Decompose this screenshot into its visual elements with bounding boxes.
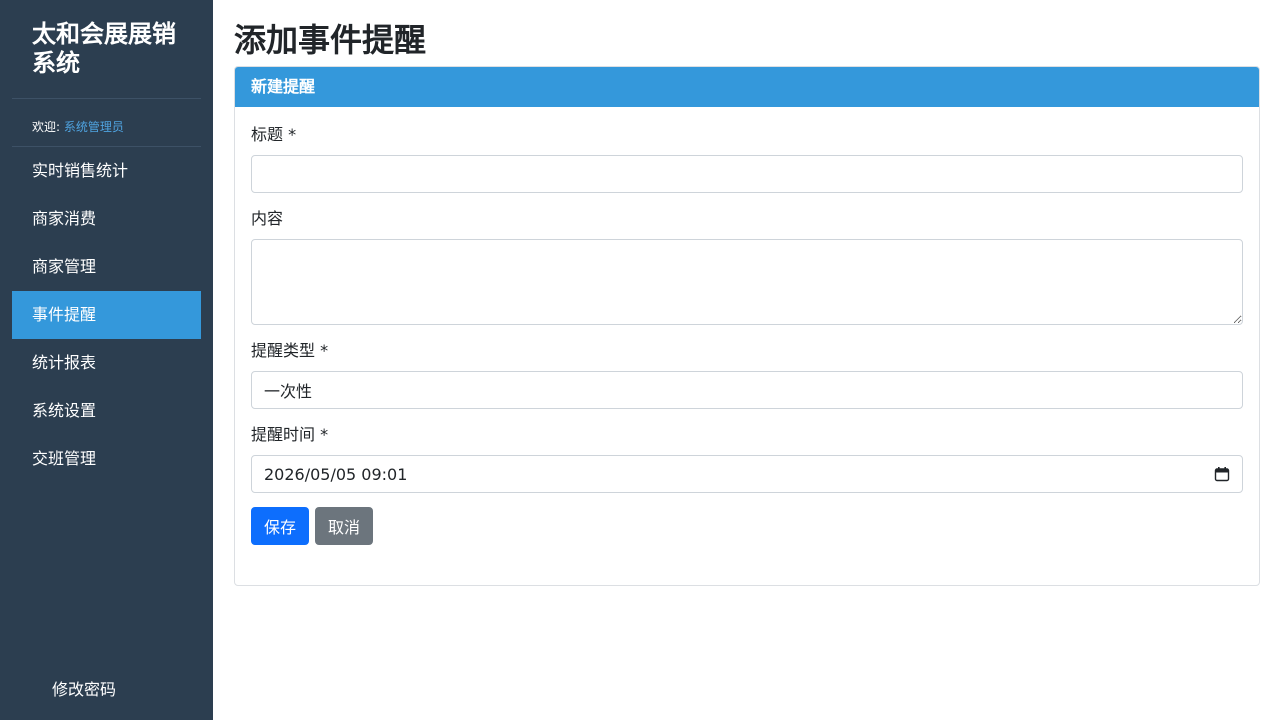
- content-textarea[interactable]: [251, 239, 1243, 325]
- type-label: 提醒类型 *: [251, 341, 329, 360]
- card-header: 新建提醒: [235, 67, 1259, 107]
- title-label: 标题 *: [251, 125, 297, 144]
- sidebar: 太和会展展销系统 欢迎: 系统管理员 实时销售统计 商家消费 商家管理 事件提醒…: [0, 0, 213, 720]
- time-group: 提醒时间 * 2026/05/05 09:01: [251, 423, 1243, 493]
- title-input[interactable]: [251, 155, 1243, 193]
- welcome-user-link[interactable]: 系统管理员: [64, 120, 124, 134]
- main-content: 添加事件提醒 新建提醒 标题 * 内容 提醒类型 * 一次性 提醒时间 * 20…: [213, 0, 1280, 720]
- content-textarea-wrap: [251, 239, 1243, 325]
- time-label: 提醒时间 *: [251, 425, 329, 444]
- welcome-label: 欢迎:: [32, 120, 61, 134]
- type-group: 提醒类型 * 一次性: [251, 339, 1243, 409]
- reminder-time-value: 2026/05/05 09:01: [264, 464, 408, 484]
- reminder-time-input[interactable]: 2026/05/05 09:01: [251, 455, 1243, 493]
- content-label: 内容: [251, 209, 284, 228]
- sidebar-item-shift-management[interactable]: 交班管理: [12, 435, 201, 483]
- content-group: 内容: [251, 207, 1243, 325]
- reminder-type-value: 一次性: [264, 382, 313, 401]
- welcome-text: 欢迎: 系统管理员: [0, 99, 213, 146]
- brand-title: 太和会展展销系统: [32, 20, 176, 77]
- cancel-button[interactable]: 取消: [315, 507, 374, 545]
- form-actions: 保存 取消: [251, 507, 1243, 545]
- sidebar-nav: 实时销售统计 商家消费 商家管理 事件提醒 统计报表 系统设置 交班管理: [0, 147, 213, 483]
- reminder-form-card: 新建提醒 标题 * 内容 提醒类型 * 一次性 提醒时间 * 2026/05/0…: [234, 66, 1260, 586]
- calendar-icon[interactable]: [1214, 466, 1230, 482]
- save-button[interactable]: 保存: [251, 507, 310, 545]
- sidebar-item-sales-stats[interactable]: 实时销售统计: [12, 147, 201, 195]
- title-group: 标题 *: [251, 123, 1243, 193]
- sidebar-item-settings[interactable]: 系统设置: [12, 387, 201, 435]
- sidebar-item-reports[interactable]: 统计报表: [12, 339, 201, 387]
- reminder-type-select[interactable]: 一次性: [251, 371, 1243, 409]
- sidebar-item-event-reminders[interactable]: 事件提醒: [12, 291, 201, 339]
- page-title: 添加事件提醒: [234, 21, 427, 59]
- sidebar-item-merchant-management[interactable]: 商家管理: [12, 243, 201, 291]
- app-root: 太和会展展销系统 欢迎: 系统管理员 实时销售统计 商家消费 商家管理 事件提醒…: [0, 0, 1280, 720]
- card-body: 标题 * 内容 提醒类型 * 一次性 提醒时间 * 2026/05/05 09:…: [235, 107, 1259, 561]
- sidebar-item-merchant-consumption[interactable]: 商家消费: [12, 195, 201, 243]
- change-password-link[interactable]: 修改密码: [52, 676, 116, 700]
